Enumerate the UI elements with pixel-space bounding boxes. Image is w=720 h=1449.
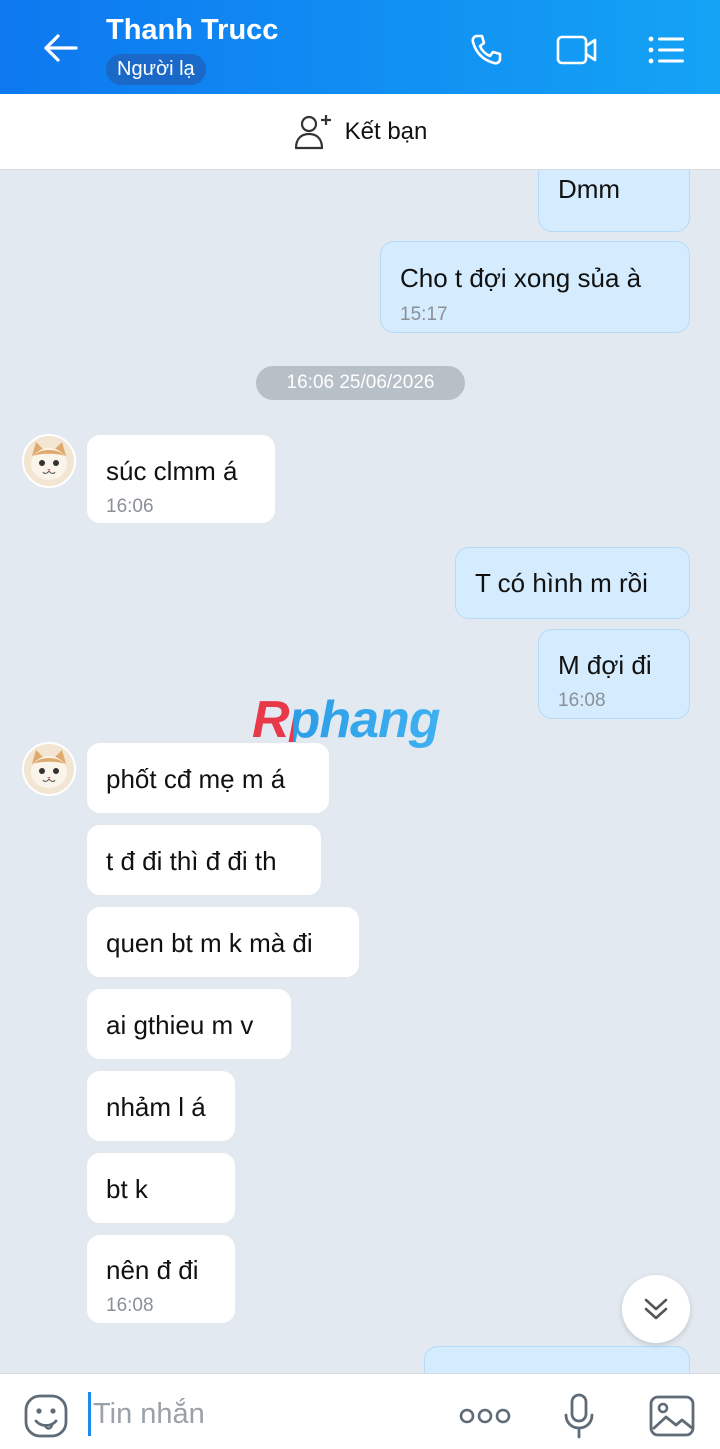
message-text: phốt cđ mẹ m á — [106, 764, 286, 794]
message-text: ai gthieu m v — [106, 1010, 254, 1040]
message-text: quen bt m k mà đi — [106, 928, 313, 958]
message-bubble[interactable]: nên đ đi 16:08 — [86, 1234, 236, 1324]
scroll-down-button[interactable] — [622, 1275, 690, 1343]
message-time: 16:06 — [106, 496, 154, 517]
message-text: nên đ đi — [106, 1255, 199, 1285]
image-button[interactable] — [648, 1392, 696, 1440]
video-call-button[interactable] — [556, 30, 598, 70]
more-button[interactable] — [458, 1392, 512, 1440]
avatar[interactable] — [22, 742, 76, 796]
message-bubble[interactable]: bt k — [86, 1152, 236, 1224]
arrow-left-icon — [44, 34, 78, 62]
add-friend-label: Kết bạn — [344, 117, 428, 145]
cat-avatar-icon — [24, 744, 74, 794]
message-text: bt k — [106, 1174, 148, 1204]
message-bubble[interactable]: quen bt m k mà đi — [86, 906, 360, 978]
image-icon — [649, 1395, 695, 1437]
message-bubble[interactable]: Cho t đợi xong sủa à 15:17 — [380, 241, 690, 333]
message-bubble[interactable]: t đ đi thì đ đi th — [86, 824, 322, 896]
message-text: nhảm l á — [106, 1092, 206, 1122]
chevron-double-down-icon — [644, 1298, 668, 1320]
list-icon — [648, 36, 684, 64]
menu-button[interactable] — [646, 30, 686, 70]
message-time: 16:08 — [106, 1295, 154, 1316]
message-bubble[interactable]: Dmm — [538, 170, 690, 232]
watermark: Rphang — [252, 691, 441, 749]
cat-avatar-icon — [24, 436, 74, 486]
contact-name[interactable]: Thanh Trucc — [106, 14, 278, 47]
message-time: 16:08 — [558, 690, 606, 711]
message-text: Dmm — [558, 174, 621, 204]
microphone-icon — [564, 1393, 594, 1439]
message-bubble[interactable]: nhảm l á — [86, 1070, 236, 1142]
message-input[interactable]: Tin nhắn — [88, 1392, 428, 1436]
message-text: súc clmm á — [106, 456, 238, 486]
message-bubble[interactable]: T có hình m rồi — [455, 547, 690, 619]
message-text: T có hình m rồi — [475, 568, 648, 598]
voice-button[interactable] — [555, 1392, 603, 1440]
message-text: t đ đi thì đ đi th — [106, 846, 277, 876]
date-separator: 16:06 25/06/2026 — [256, 366, 465, 400]
video-icon — [556, 35, 597, 65]
message-list[interactable]: Dmm Cho t đợi xong sủa à 15:17 16:06 25/… — [0, 170, 720, 1373]
composer-bar: Tin nhắn — [0, 1373, 720, 1449]
chat-header: Thanh Trucc Người lạ — [0, 0, 720, 94]
message-bubble[interactable]: phốt cđ mẹ m á — [86, 742, 330, 814]
emoji-button[interactable] — [22, 1392, 70, 1440]
more-icon — [459, 1408, 511, 1424]
message-text: M đợi đi — [558, 650, 652, 680]
message-time: 15:17 — [400, 304, 448, 325]
call-button[interactable] — [466, 30, 506, 70]
message-bubble[interactable]: M đợi đi 16:08 — [538, 629, 690, 719]
message-text: Cho t đợi xong sủa à — [400, 263, 642, 293]
back-button[interactable] — [30, 22, 90, 74]
emoji-icon — [24, 1394, 68, 1438]
avatar[interactable] — [22, 434, 76, 488]
message-bubble[interactable]: súc clmm á 16:06 — [86, 434, 276, 524]
stranger-badge: Người lạ — [106, 54, 206, 85]
message-bubble-partial[interactable] — [424, 1346, 690, 1373]
message-bubble[interactable]: ai gthieu m v — [86, 988, 292, 1060]
phone-icon — [471, 34, 502, 65]
add-friend-bar[interactable]: Kết bạn — [0, 94, 720, 170]
user-plus-icon — [294, 114, 331, 149]
